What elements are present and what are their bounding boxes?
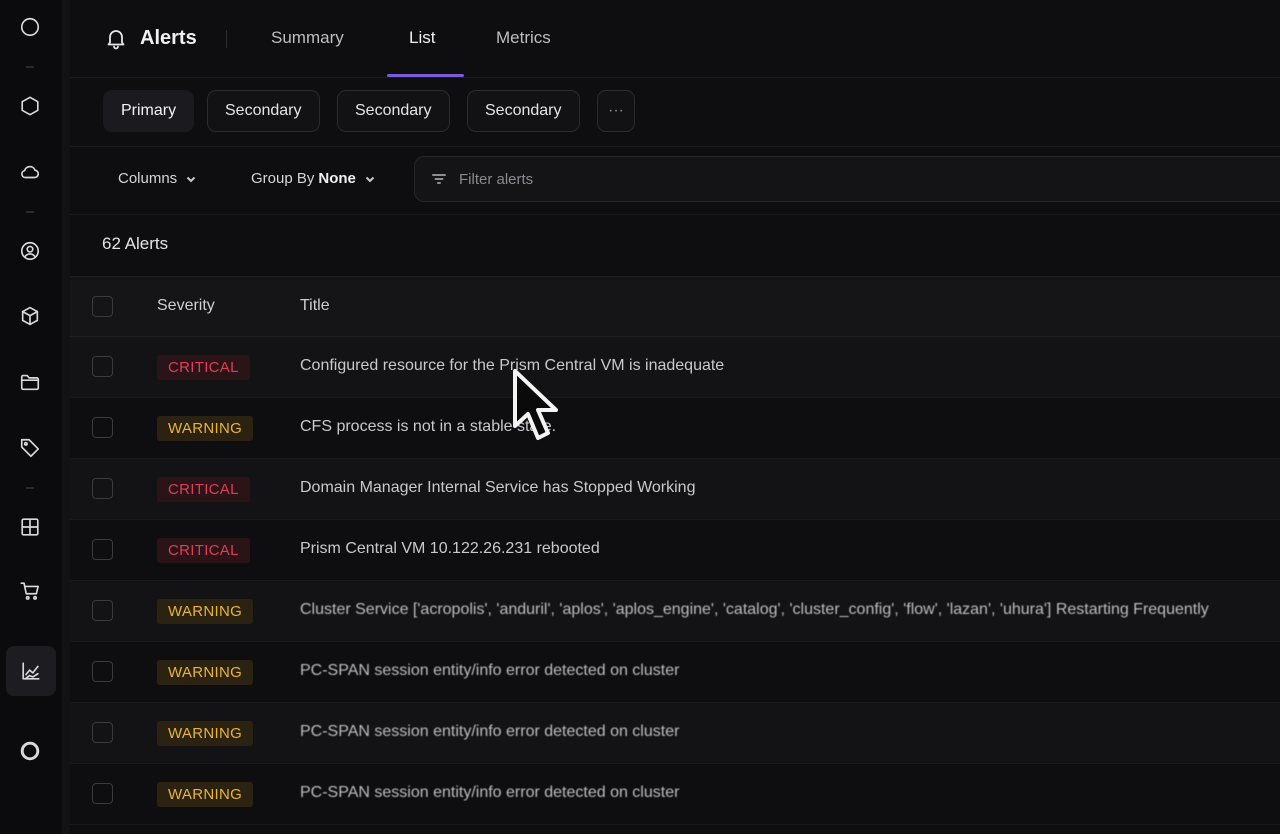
severity-badge: WARNING [157, 660, 254, 685]
table-row[interactable]: CRITICAL Domain Manager Internal Service… [70, 459, 1280, 520]
active-tab-indicator [387, 74, 464, 77]
cart-icon[interactable] [15, 576, 45, 606]
secondary-button-3[interactable]: Secondary [467, 90, 580, 132]
circle-icon[interactable] [15, 12, 45, 42]
alert-title[interactable]: Prism Central VM 10.122.26.231 rebooted [300, 540, 600, 558]
tab-list[interactable]: List [409, 28, 435, 48]
tab-summary[interactable]: Summary [271, 28, 344, 48]
toolbar-divider [70, 146, 1280, 147]
table-row[interactable]: WARNING Cluster Service ['acropolis', 'a… [70, 581, 1280, 642]
alert-title[interactable]: PC-SPAN session entity/info error detect… [300, 662, 679, 680]
cloud-icon[interactable] [15, 157, 45, 187]
more-button[interactable]: ··· [597, 90, 635, 132]
severity-badge: WARNING [157, 599, 254, 624]
columns-dropdown[interactable]: Columns [118, 170, 197, 187]
row-checkbox[interactable] [92, 417, 113, 438]
rail-separator [26, 211, 34, 213]
user-circle-icon[interactable] [15, 236, 45, 266]
table-row[interactable]: WARNING PC-SPAN session entity/info erro… [70, 703, 1280, 764]
column-header-severity[interactable]: Severity [157, 297, 215, 315]
rail-separator [26, 66, 34, 68]
columns-label: Columns [118, 170, 178, 187]
severity-badge: WARNING [157, 782, 254, 807]
alert-title[interactable]: Cluster Service ['acropolis', 'anduril',… [300, 601, 1209, 619]
toolbar-bottom-divider [70, 214, 1280, 215]
alert-title[interactable]: PC-SPAN session entity/info error detect… [300, 723, 679, 741]
row-checkbox[interactable] [92, 661, 113, 682]
filter-icon [432, 174, 446, 184]
row-checkbox[interactable] [92, 478, 113, 499]
alert-count: 62 Alerts [102, 234, 169, 253]
cube-icon[interactable] [15, 301, 45, 331]
primary-button[interactable]: Primary [103, 90, 195, 132]
header-divider [226, 30, 227, 48]
page-title: Alerts [104, 26, 197, 50]
table-row[interactable]: WARNING PC-SPAN session entity/info erro… [70, 642, 1280, 703]
severity-badge: CRITICAL [157, 538, 250, 563]
severity-badge: WARNING [157, 416, 254, 441]
filter-input[interactable] [459, 170, 859, 188]
severity-badge: CRITICAL [157, 477, 250, 502]
group-by-value: None [318, 170, 356, 187]
chevron-down-icon [365, 176, 375, 182]
rail-border [62, 0, 70, 834]
bell-icon [107, 30, 125, 50]
table-row[interactable]: CRITICAL Configured resource for the Pri… [70, 337, 1280, 398]
tag-icon[interactable] [15, 433, 45, 463]
table-row[interactable]: WARNING CFS process is not in a stable s… [70, 398, 1280, 459]
ring-icon[interactable] [15, 736, 45, 766]
filter-box[interactable] [414, 156, 1280, 202]
row-checkbox[interactable] [92, 539, 113, 560]
row-checkbox[interactable] [92, 783, 113, 804]
mouse-cursor-icon [513, 369, 558, 440]
alert-title[interactable]: Domain Manager Internal Service has Stop… [300, 479, 695, 497]
group-by-label: Group By [251, 170, 315, 187]
column-header-title[interactable]: Title [300, 297, 330, 315]
alert-title[interactable]: PC-SPAN session entity/info error detect… [300, 784, 679, 802]
left-rail [0, 0, 62, 834]
group-by-dropdown[interactable]: Group By None [251, 170, 376, 187]
alerts-table: Severity Title CRITICAL Configured resou… [70, 276, 1280, 825]
secondary-button-2[interactable]: Secondary [337, 90, 450, 132]
severity-badge: CRITICAL [157, 355, 250, 380]
chevron-down-icon [186, 176, 196, 182]
table-row[interactable]: WARNING PC-SPAN session entity/info erro… [70, 764, 1280, 825]
severity-badge: WARNING [157, 721, 254, 746]
rail-separator [26, 487, 34, 489]
chart-icon[interactable] [6, 646, 56, 696]
hexagon-icon[interactable] [15, 91, 45, 121]
row-checkbox[interactable] [92, 600, 113, 621]
select-all-checkbox[interactable] [92, 296, 113, 317]
page-title-text: Alerts [140, 26, 197, 49]
secondary-button-1[interactable]: Secondary [207, 90, 320, 132]
folder-icon[interactable] [15, 367, 45, 397]
row-checkbox[interactable] [92, 356, 113, 377]
page-header: Alerts Summary List Metrics [70, 0, 1280, 78]
grid-icon[interactable] [15, 512, 45, 542]
table-header: Severity Title [70, 276, 1280, 337]
row-checkbox[interactable] [92, 722, 113, 743]
tab-metrics[interactable]: Metrics [496, 28, 551, 48]
table-row[interactable]: CRITICAL Prism Central VM 10.122.26.231 … [70, 520, 1280, 581]
